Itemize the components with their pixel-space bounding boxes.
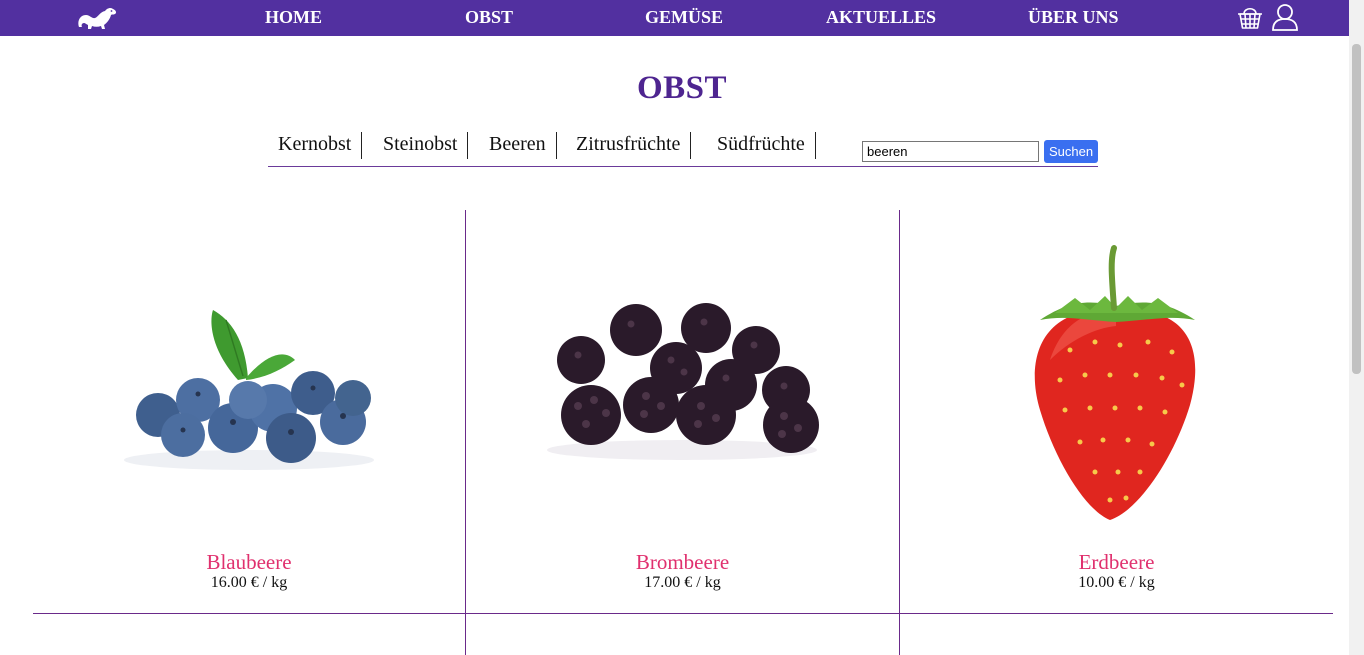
product-price: 16.00 € / kg [33, 574, 465, 592]
price-unit: / kg [262, 574, 288, 591]
nav-aktuelles[interactable]: AKTUELLES [826, 0, 936, 36]
product-price: 17.00 € / kg [466, 574, 899, 592]
product-name[interactable]: Blaubeere [33, 550, 465, 575]
product-card[interactable]: Brombeere 17.00 € / kg [466, 210, 899, 613]
search-input[interactable] [862, 141, 1039, 162]
category-beeren[interactable]: Beeren [489, 132, 557, 159]
nav-home[interactable]: HOME [265, 0, 322, 36]
blueberries-image [124, 310, 374, 470]
category-suedfruechte[interactable]: Südfrüchte [717, 132, 816, 159]
price-currency: € [250, 574, 259, 591]
blackberries-image [547, 303, 819, 460]
product-name[interactable]: Erdbeere [900, 550, 1333, 575]
nav-ueber-uns[interactable]: ÜBER UNS [1028, 0, 1119, 36]
category-kernobst[interactable]: Kernobst [278, 132, 363, 159]
product-card[interactable]: Erdbeere 10.00 € / kg [900, 210, 1333, 613]
strawberry-image [1034, 245, 1196, 520]
price-unit: / kg [696, 574, 721, 591]
price-value: 16.00 [210, 574, 247, 591]
search-button[interactable]: Suchen [1044, 140, 1098, 163]
user-icon[interactable] [1270, 2, 1300, 32]
nav-gemuese[interactable]: GEMÜSE [645, 0, 723, 36]
page-title: OBST [636, 70, 728, 106]
product-card[interactable]: Blaubeere 16.00 € / kg [33, 210, 465, 613]
product-name[interactable]: Brombeere [466, 550, 899, 575]
price-unit: / kg [1130, 574, 1155, 591]
price-value: 17.00 [644, 574, 681, 591]
product-price: 10.00 € / kg [900, 574, 1333, 592]
basket-icon[interactable] [1236, 3, 1264, 31]
price-value: 10.00 [1078, 574, 1115, 591]
ferret-logo-icon[interactable] [76, 3, 118, 31]
category-steinobst[interactable]: Steinobst [383, 132, 469, 159]
nav-obst[interactable]: OBST [465, 0, 513, 36]
grid-divider [33, 613, 1333, 614]
category-zitrusfruechte[interactable]: Zitrusfrüchte [576, 132, 692, 159]
